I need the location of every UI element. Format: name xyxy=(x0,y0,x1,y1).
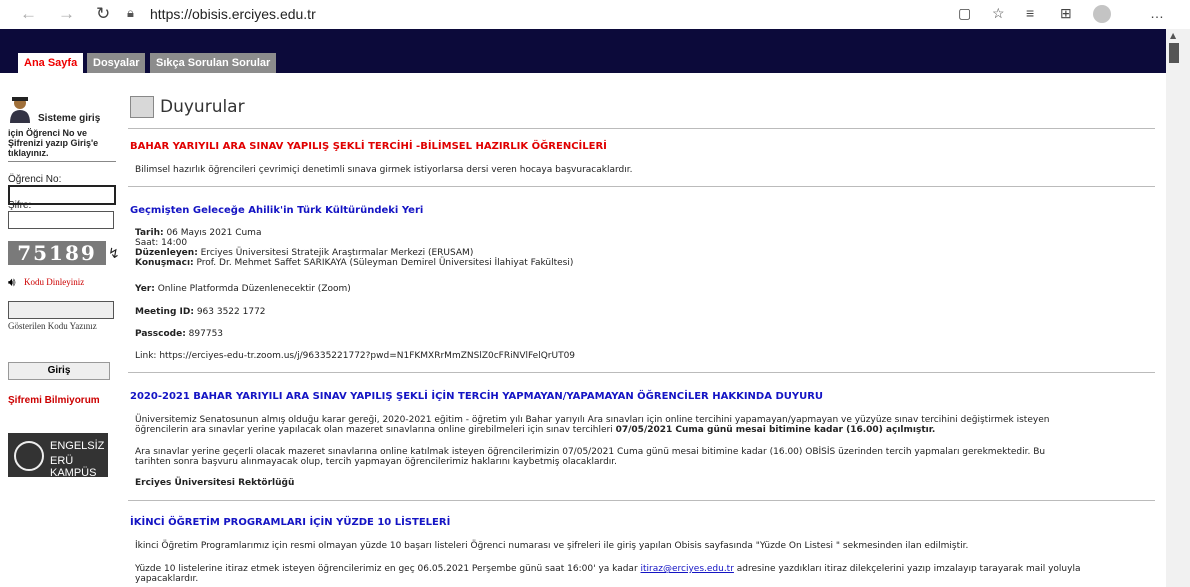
divider xyxy=(8,161,116,162)
favorite-icon[interactable]: ☆ xyxy=(992,5,1005,22)
date-label: Tarih: xyxy=(135,228,164,238)
paragraph-line: Ara sınavlar yerine geçerli olacak mazer… xyxy=(135,447,1046,457)
refresh-icon[interactable]: ↻ xyxy=(96,4,110,24)
login-description: için Öğrenci No ve Şifrenizi yazıp Giriş… xyxy=(8,128,99,158)
collections-icon[interactable]: ⊞ xyxy=(1060,5,1072,22)
forward-icon[interactable]: → xyxy=(58,4,75,24)
speaker-value: Prof. Dr. Mehmet Saffet SARIKAYA (Süleym… xyxy=(193,258,574,268)
announcement-title[interactable]: İKİNCİ ÖĞRETİM PROGRAMLARI İÇİN YÜZDE 10… xyxy=(130,517,450,528)
profile-avatar[interactable] xyxy=(1093,5,1111,23)
announcement-title[interactable]: BAHAR YARIYILI ARA SINAV YAPILIŞ ŞEKLİ T… xyxy=(130,141,607,152)
passcode-line: Passcode: 897753 xyxy=(135,329,1155,339)
divider xyxy=(128,500,1155,501)
engelsiz-kampus-banner[interactable]: ENGELSİZ ERÜ KAMPÜS xyxy=(8,433,108,479)
tab-ana-sayfa[interactable]: Ana Sayfa xyxy=(18,53,84,73)
scrollbar-thumb[interactable] xyxy=(1169,43,1179,63)
page-title: Duyurular xyxy=(160,97,245,117)
browser-toolbar: ← → ↻ 🔒︎ https://obisis.erciyes.edu.tr ▢… xyxy=(0,0,1190,30)
reader-view-icon[interactable]: ▢ xyxy=(958,5,971,22)
date-value: 06 Mayıs 2021 Cuma xyxy=(163,228,262,238)
organizer-label: Düzenleyen: xyxy=(135,248,198,258)
announcement-body: Yüzde 10 listelerine itiraz etmek isteye… xyxy=(135,564,1155,584)
zoom-link[interactable]: Link: https://erciyes-edu-tr.zoom.us/j/9… xyxy=(135,351,1155,361)
divider xyxy=(128,186,1155,187)
back-icon[interactable]: ← xyxy=(20,4,37,24)
paragraph-line: tarihten sonra başvuru alınmayacak olup,… xyxy=(135,457,618,467)
passcode-value: 897753 xyxy=(185,329,224,339)
student-no-label: Öğrenci No: xyxy=(8,174,62,185)
event-details: Tarih: 06 Mayıs 2021 Cuma Saat: 14:00 Dü… xyxy=(135,228,1155,268)
favorites-list-icon[interactable]: ≡ xyxy=(1026,5,1034,21)
signature: Erciyes Üniversitesi Rektörlüğü xyxy=(135,478,295,488)
login-sidebar: Sisteme giriş için Öğrenci No ve Şifreni… xyxy=(0,73,120,587)
place-label: Yer: xyxy=(135,284,155,294)
speaker-icon[interactable]: 🔊︎ xyxy=(8,275,16,290)
tab-sss[interactable]: Sıkça Sorulan Sorular xyxy=(150,53,277,73)
login-title: Sisteme giriş xyxy=(38,113,101,124)
captcha-image: 75189 xyxy=(8,241,106,265)
address-bar[interactable]: https://obisis.erciyes.edu.tr xyxy=(150,6,316,22)
passcode-label: Passcode: xyxy=(135,329,186,339)
captcha-code-input[interactable] xyxy=(8,301,114,319)
paragraph-line: Yüzde 10 listelerine itiraz etmek isteye… xyxy=(135,564,641,574)
deadline-text: 07/05/2021 Cuma günü mesai bitimine kada… xyxy=(615,425,936,435)
announcements-panel: Duyurular BAHAR YARIYILI ARA SINAV YAPIL… xyxy=(118,73,1166,587)
place-value: Online Platformda Düzenlenecektir (Zoom) xyxy=(154,284,351,294)
engelsiz-line2: ERÜ KAMPÜS xyxy=(50,455,97,479)
meeting-value: 963 3522 1772 xyxy=(193,307,266,317)
announcement-title[interactable]: Geçmişten Geleceğe Ahilik'in Türk Kültür… xyxy=(130,205,423,216)
announcement-body: İkinci Öğretim Programlarımız için resmi… xyxy=(135,541,969,551)
lock-icon[interactable]: 🔒︎ xyxy=(127,5,134,21)
graduate-user-icon xyxy=(10,97,30,123)
more-menu-icon[interactable]: … xyxy=(1150,5,1164,21)
newspaper-icon xyxy=(130,96,154,118)
accessibility-icon xyxy=(14,441,44,471)
paragraph-line: adresine yazdıkları itiraz dilekçelerini… xyxy=(733,564,1081,574)
paragraph-line: öğrencilerin ara sınavlar yerine yapılac… xyxy=(135,425,616,435)
time-line: Saat: 14:00 xyxy=(135,238,188,248)
tab-dosyalar[interactable]: Dosyalar xyxy=(87,53,146,73)
engelsiz-line1: ENGELSİZ xyxy=(50,440,105,452)
paragraph-line: Üniversitemiz Senatosunun almış olduğu k… xyxy=(135,415,1050,425)
meeting-label: Meeting ID: xyxy=(135,307,194,317)
announcement-body: Bilimsel hazırlık öğrencileri çevrimiçi … xyxy=(135,165,633,175)
announcement-body: Ara sınavlar yerine geçerli olacak mazer… xyxy=(135,447,1155,467)
organizer-value: Erciyes Üniversitesi Stratejik Araştırma… xyxy=(197,248,474,258)
page-scrollbar[interactable]: ▲ xyxy=(1166,29,1190,587)
paragraph-line: yapacaklardır. xyxy=(135,574,199,584)
speaker-label: Konuşmacı: xyxy=(135,258,194,268)
announcement-body: Üniversitemiz Senatosunun almış olduğu k… xyxy=(135,415,1155,435)
password-label: Şifre: xyxy=(8,200,32,211)
meeting-line: Meeting ID: 963 3522 1772 xyxy=(135,307,1155,317)
email-link[interactable]: itiraz@erciyes.edu.tr xyxy=(641,564,734,574)
password-input[interactable] xyxy=(8,211,114,229)
announcement-title[interactable]: 2020-2021 BAHAR YARIYILI ARA SINAV YAPIL… xyxy=(130,391,823,402)
forgot-password-link[interactable]: Şifremi Bilmiyorum xyxy=(8,395,100,406)
captcha-code-label: Gösterilen Kodu Yazınız xyxy=(8,321,97,331)
login-button[interactable]: Giriş xyxy=(8,362,110,380)
place-line: Yer: Online Platformda Düzenlenecektir (… xyxy=(135,284,1155,294)
scroll-up-icon[interactable]: ▲ xyxy=(1170,31,1176,40)
listen-code-link[interactable]: Kodu Dinleyiniz xyxy=(24,277,84,287)
divider xyxy=(128,128,1155,129)
divider xyxy=(128,372,1155,373)
